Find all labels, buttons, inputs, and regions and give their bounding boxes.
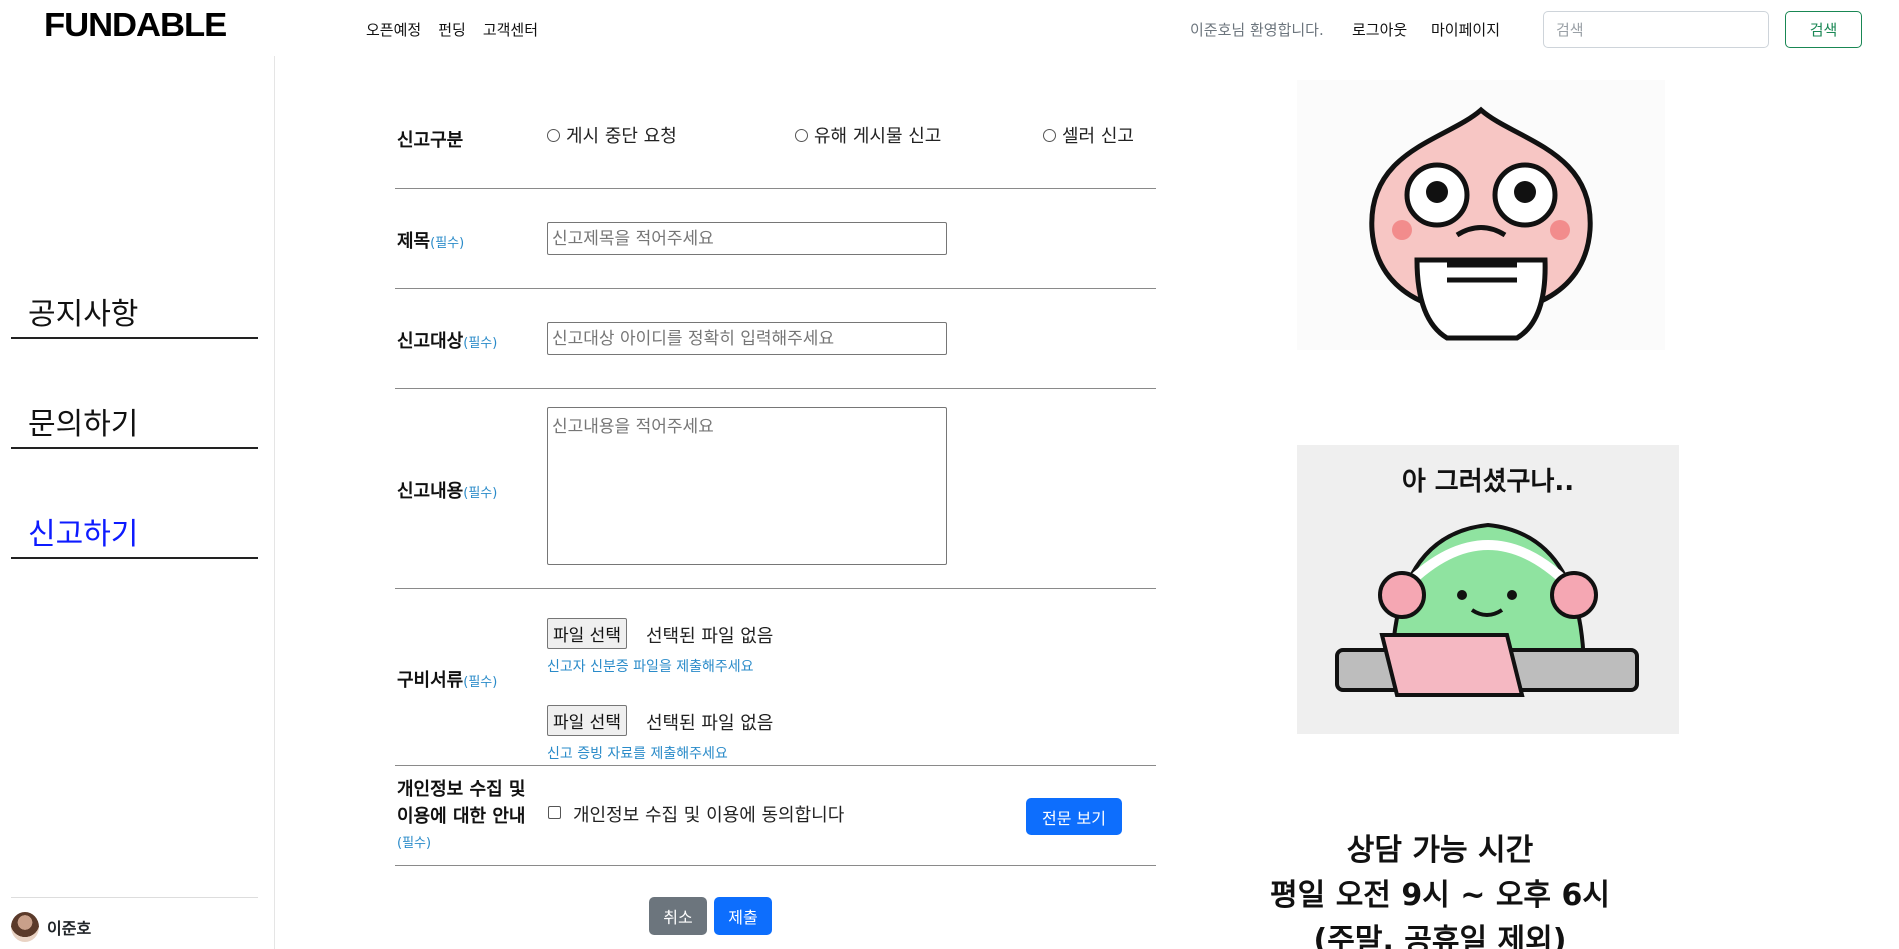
- required-mark: (필수): [463, 675, 498, 690]
- logout-link[interactable]: 로그아웃: [1352, 19, 1407, 40]
- search-input[interactable]: [1543, 11, 1769, 48]
- sidebar-item-report[interactable]: 신고하기: [11, 509, 258, 559]
- required-mark: (필수): [397, 836, 432, 851]
- avatar: [11, 912, 39, 942]
- fundable-logo[interactable]: FUNDABLE: [44, 6, 227, 44]
- mypage-link[interactable]: 마이페이지: [1431, 19, 1500, 40]
- divider: [395, 288, 1156, 289]
- privacy-agree-label[interactable]: 개인정보 수집 및 이용에 동의합니다: [573, 801, 844, 827]
- crying-peach-illustration: [1369, 106, 1593, 341]
- required-mark: (필수): [463, 486, 498, 501]
- privacy-label: 개인정보 수집 및 이용에 대한 안내 (필수): [397, 776, 525, 857]
- consultation-hours: 상담 가능 시간 평일 오전 9시 ~ 오후 6시 (주말, 공휴일 제외): [1240, 828, 1640, 949]
- radio-harmful-post[interactable]: 유해 게시물 신고: [795, 122, 941, 148]
- radio-icon[interactable]: [795, 128, 808, 142]
- hint-evidence: 신고 증빙 자료를 제출해주세요: [547, 746, 728, 762]
- title-label-text: 제목: [397, 231, 431, 252]
- file-select-button-evidence[interactable]: 파일 선택: [547, 705, 627, 736]
- privacy-label-line2: 이용에 대한 안내: [397, 806, 526, 827]
- nav-item-funding[interactable]: 펀딩: [438, 19, 466, 40]
- target-label: 신고대상(필수): [397, 327, 497, 353]
- top-header: FUNDABLE 오픈예정 펀딩 고객센터 이준호님 환영합니다. 로그아웃 마…: [0, 0, 1899, 56]
- sidebar-item-notice[interactable]: 공지사항: [11, 289, 258, 339]
- divider: [395, 865, 1156, 866]
- green-character-sticker: 아 그러셨구나..: [1297, 445, 1679, 734]
- search-button[interactable]: 검색: [1785, 11, 1862, 48]
- report-type-label: 신고구분: [397, 130, 464, 151]
- radio-label: 유해 게시물 신고: [814, 126, 942, 147]
- divider: [395, 588, 1156, 589]
- radio-label: 셀러 신고: [1062, 126, 1134, 147]
- radio-icon[interactable]: [1043, 128, 1056, 142]
- target-label-text: 신고대상: [397, 331, 464, 352]
- documents-label: 구비서류(필수): [397, 666, 497, 692]
- submit-button[interactable]: 제출: [714, 897, 772, 935]
- cancel-button[interactable]: 취소: [649, 897, 707, 935]
- hint-id-document: 신고자 신분증 파일을 제출해주세요: [547, 659, 754, 675]
- privacy-label-line1: 개인정보 수집 및: [397, 779, 526, 800]
- welcome-message: 이준호님 환영합니다.: [1190, 21, 1324, 39]
- title-label: 제목(필수): [397, 227, 464, 253]
- main-nav: 오픈예정 펀딩 고객센터: [366, 19, 538, 40]
- required-mark: (필수): [463, 336, 498, 351]
- sidebar-user[interactable]: 이준호: [11, 897, 258, 942]
- divider: [395, 765, 1156, 766]
- user-name: 이준호: [47, 919, 92, 938]
- divider: [395, 188, 1156, 189]
- file-status-evidence: 선택된 파일 없음: [646, 713, 774, 734]
- sidebar: 공지사항 문의하기 신고하기 이준호: [0, 56, 275, 949]
- privacy-agree-checkbox[interactable]: [548, 806, 561, 819]
- target-input[interactable]: [547, 322, 947, 355]
- hours-weekday: 평일 오전 9시 ~ 오후 6시: [1270, 878, 1610, 913]
- radio-stop-posting[interactable]: 게시 중단 요청: [547, 122, 677, 148]
- radio-icon[interactable]: [547, 128, 560, 142]
- hours-title: 상담 가능 시간: [1346, 833, 1534, 868]
- radio-label: 게시 중단 요청: [566, 126, 677, 147]
- file-status-id: 선택된 파일 없음: [646, 626, 774, 647]
- sidebar-item-inquiry[interactable]: 문의하기: [11, 399, 258, 449]
- divider: [395, 388, 1156, 389]
- hours-exclusion: (주말, 공휴일 제외): [1313, 923, 1567, 949]
- nav-item-customer-center[interactable]: 고객센터: [483, 19, 538, 40]
- title-input[interactable]: [547, 222, 947, 255]
- radio-seller-report[interactable]: 셀러 신고: [1043, 122, 1134, 148]
- content-label-text: 신고내용: [397, 481, 464, 502]
- green-character-illustration: 아 그러셨구나..: [1335, 467, 1639, 697]
- sticker-caption: 아 그러셨구나..: [1402, 467, 1574, 497]
- nav-item-open-soon[interactable]: 오픈예정: [366, 19, 421, 40]
- view-full-text-button[interactable]: 전문 보기: [1026, 798, 1122, 835]
- file-select-button-id[interactable]: 파일 선택: [547, 618, 627, 649]
- crying-peach-sticker: [1297, 80, 1665, 350]
- content-label: 신고내용(필수): [397, 477, 497, 503]
- required-mark: (필수): [430, 236, 465, 251]
- documents-label-text: 구비서류: [397, 670, 464, 691]
- content-textarea[interactable]: [547, 407, 947, 565]
